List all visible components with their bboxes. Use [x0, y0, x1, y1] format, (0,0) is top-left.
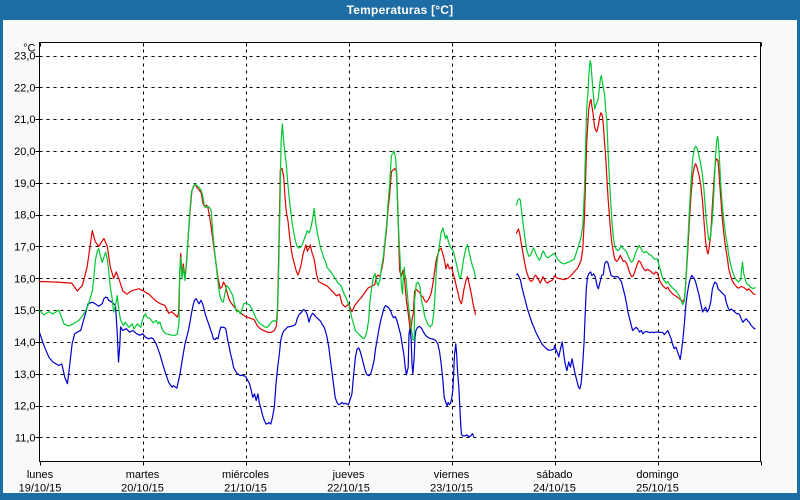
y-tick-label: 22,0 [14, 82, 35, 94]
y-tick-label: 15,0 [14, 305, 35, 317]
y-tick-label: 21,0 [14, 114, 35, 126]
y-tick-label: 23,0 [14, 51, 35, 63]
day-name-label: domingo [636, 469, 678, 481]
y-axis-labels: °C23,022,021,020,019,018,017,016,015,014… [14, 43, 35, 445]
y-tick-label: 13,0 [14, 369, 35, 381]
day-name-label: miércoles [222, 469, 270, 481]
y-tick-label: 11,0 [15, 432, 36, 444]
y-tick-label: 14,0 [14, 337, 35, 349]
day-name-label: viernes [434, 469, 470, 481]
y-tick-label: 18,0 [14, 210, 35, 222]
y-tick-label: 20,0 [14, 146, 35, 158]
day-name-label: sábado [536, 469, 572, 481]
y-tick-label: 19,0 [14, 178, 35, 190]
y-tick-label: 12,0 [14, 401, 35, 413]
app-window: Temperaturas [°C] Temp. Punto de rocío W… [0, 0, 800, 500]
day-name-label: martes [126, 469, 160, 481]
day-date-label: 19/10/15 [19, 483, 62, 495]
day-date-label: 20/10/15 [121, 483, 164, 495]
day-date-label: 24/10/15 [533, 483, 576, 495]
day-date-label: 22/10/15 [327, 483, 370, 495]
day-date-label: 23/10/15 [430, 483, 473, 495]
temperature-chart: °C23,022,021,020,019,018,017,016,015,014… [0, 0, 800, 500]
day-date-label: 21/10/15 [224, 483, 267, 495]
y-tick-label: 16,0 [14, 273, 35, 285]
day-name-label: jueves [332, 469, 365, 481]
day-date-label: 25/10/15 [636, 483, 679, 495]
y-tick-label: 17,0 [14, 241, 35, 253]
x-axis-labels: lunes 19/10/15 martes 20/10/15 miércoles 21/1… [19, 469, 679, 495]
day-name-label: lunes [27, 469, 54, 481]
